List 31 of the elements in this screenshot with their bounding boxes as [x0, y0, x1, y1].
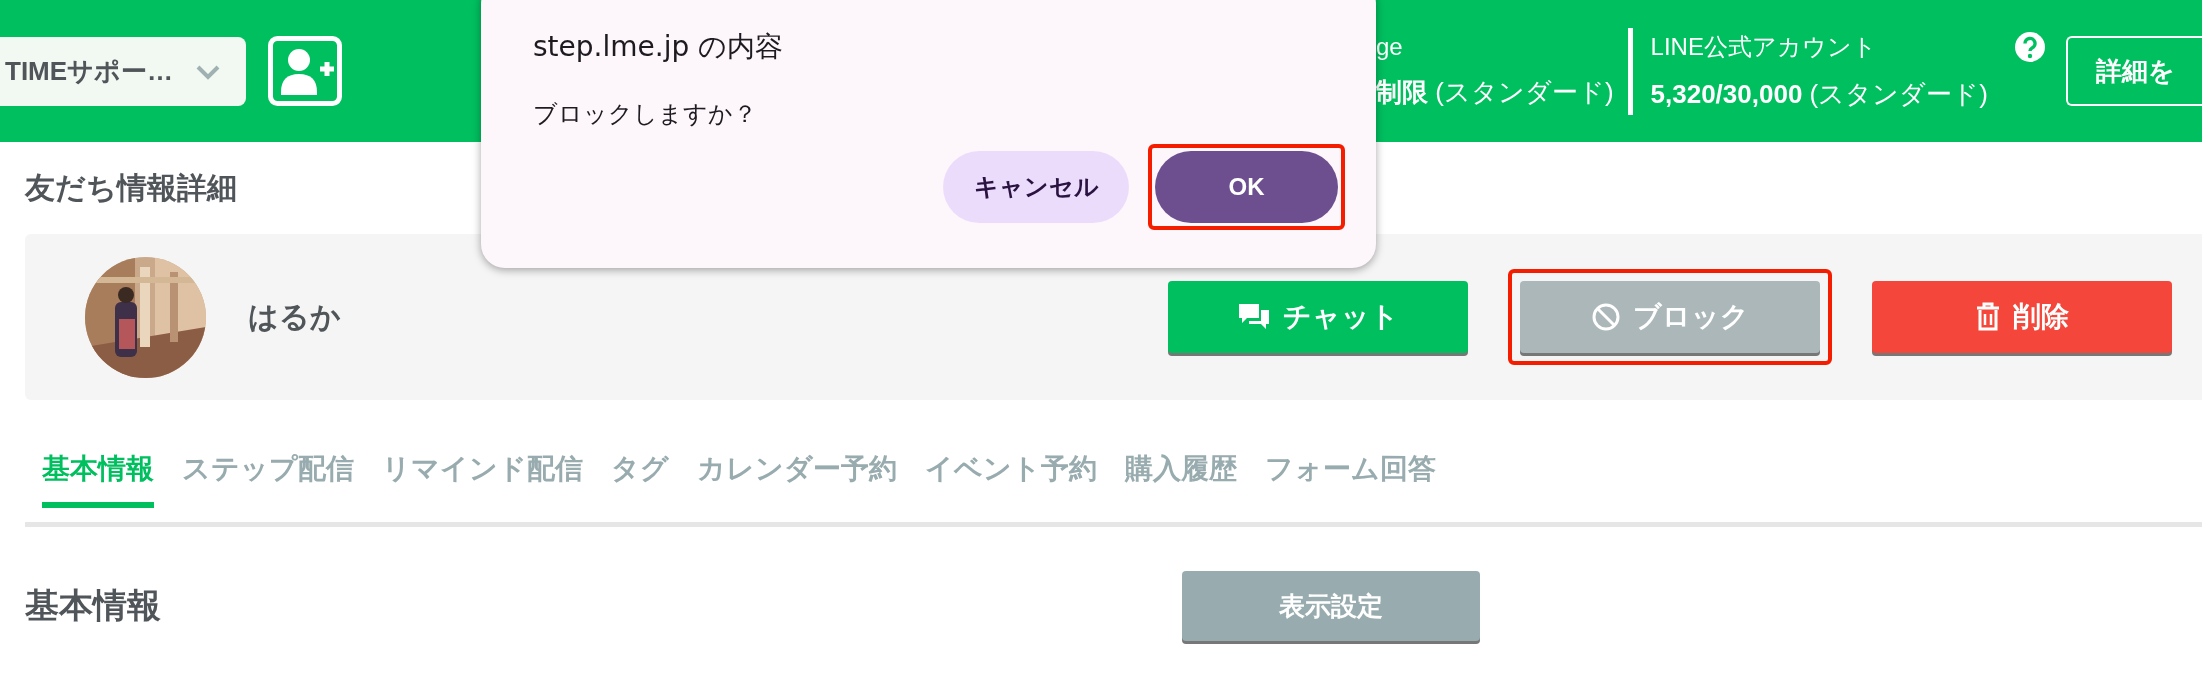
usage-label: LINE公式アカウント — [1650, 31, 1877, 62]
usage-value: 5,320/30,000 (スタンダード) — [1650, 77, 1989, 111]
trash-icon — [1975, 302, 2001, 332]
tab[interactable]: タグ — [611, 450, 669, 508]
cancel-button[interactable]: キャンセル — [943, 151, 1129, 223]
chevron-down-icon — [195, 63, 222, 80]
tab[interactable]: リマインド配信 — [382, 450, 583, 508]
usage-label: ge — [1376, 32, 1403, 61]
friend-name: はるか — [248, 298, 341, 335]
block-button[interactable]: ブロック — [1520, 281, 1820, 353]
display-settings-button[interactable]: 表示設定 — [1182, 571, 1480, 641]
details-button[interactable]: 詳細を — [2065, 36, 2202, 106]
tab[interactable]: フォーム回答 — [1265, 450, 1436, 508]
add-friend-icon[interactable] — [268, 36, 342, 106]
dialog-title: step.lme.jp の内容 — [533, 29, 785, 65]
usage-value: 制限 (スタンダード) — [1376, 75, 1614, 109]
help-icon[interactable] — [2013, 30, 2046, 63]
section-title: 基本情報 — [25, 585, 162, 626]
dialog-message: ブロックしますか？ — [533, 99, 758, 129]
tab[interactable]: カレンダー予約 — [697, 450, 897, 508]
tab[interactable]: ステップ配信 — [182, 450, 354, 508]
tab[interactable]: 購入履歴 — [1125, 450, 1237, 508]
account-dropdown[interactable]: TIMEサポー… — [0, 37, 246, 106]
account-name: TIMEサポー… — [5, 55, 174, 88]
tab[interactable]: 基本情報 — [42, 450, 154, 508]
tab[interactable]: イベント予約 — [925, 450, 1097, 508]
prohibited-icon — [1591, 302, 1621, 332]
delete-button[interactable]: 削除 — [1872, 281, 2172, 353]
chat-button[interactable]: チャット — [1168, 281, 1468, 353]
page-title: 友だち情報詳細 — [25, 170, 237, 206]
ok-button[interactable]: OK — [1155, 151, 1338, 223]
